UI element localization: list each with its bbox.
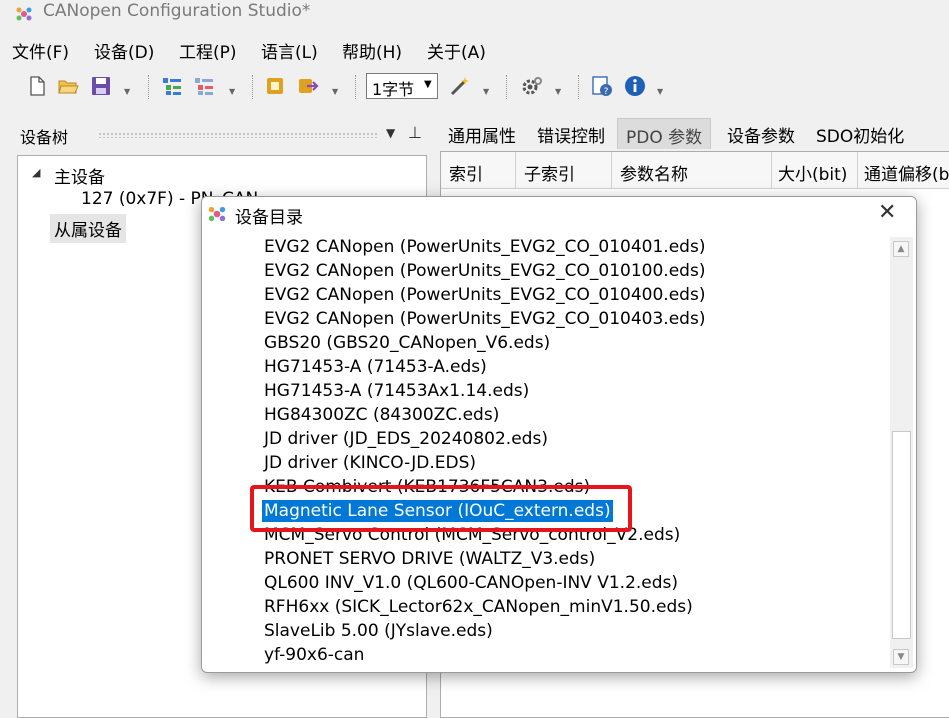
open-folder-icon[interactable]: [57, 75, 79, 97]
panel-drag-grip[interactable]: [98, 132, 378, 138]
scroll-down-arrow-icon[interactable]: ▼: [893, 649, 909, 665]
device-tree-header: 设备树 ▼ ⊥: [10, 118, 430, 152]
app-logo-icon: [16, 7, 32, 21]
device-list: EVG2 CANopen (PowerUnits_EVG2_CO_010401.…: [210, 233, 914, 670]
list-item[interactable]: HG71453-A (71453-A.eds): [264, 356, 487, 378]
import-icon[interactable]: [264, 75, 286, 97]
scrollbar-thumb[interactable]: [892, 431, 911, 639]
svg-text:?: ?: [604, 87, 609, 97]
close-icon[interactable]: ✕: [878, 200, 896, 225]
toolbar: ▼ ▼ ▼ 1字节 ▼ ▼ ▼ ? ▼: [0, 68, 949, 108]
dialog-title: 设备目录: [235, 208, 303, 228]
chevron-down-icon[interactable]: ▼: [386, 126, 395, 140]
menu-about[interactable]: 关于(A): [427, 38, 486, 63]
device-dropdown-arrow-icon[interactable]: ▼: [229, 87, 235, 96]
app-logo-icon: [208, 206, 226, 222]
column-header-param-name[interactable]: 参数名称: [612, 152, 772, 188]
export-icon[interactable]: [297, 75, 319, 97]
tab-general-properties[interactable]: 通用属性: [440, 118, 524, 149]
wand-dropdown-arrow-icon[interactable]: ▼: [483, 87, 489, 96]
tab-bar: 通用属性 错误控制 PDO 参数 设备参数 SDO初始化: [438, 118, 949, 151]
menu-device[interactable]: 设备(D): [94, 38, 154, 63]
save-icon[interactable]: [90, 75, 112, 97]
column-header-subindex[interactable]: 子索引: [516, 152, 612, 188]
collapse-triangle-icon[interactable]: ◢: [32, 166, 40, 179]
settings-dropdown-arrow-icon[interactable]: ▼: [555, 87, 561, 96]
grid-header: 索引 子索引 参数名称 大小(bit) 通道偏移(bit): [441, 152, 949, 189]
list-item[interactable]: yf-90x6-can: [264, 644, 364, 666]
list-item[interactable]: GBS20 (GBS20_CANopen_V6.eds): [264, 332, 550, 354]
list-item[interactable]: HG71453-A (71453Ax1.14.eds): [264, 380, 529, 402]
list-item[interactable]: HG84300ZC (84300ZC.eds): [264, 404, 499, 426]
scroll-up-arrow-icon[interactable]: ▲: [893, 241, 909, 257]
byte-size-select[interactable]: 1字节 ▼: [366, 73, 438, 99]
window-title: CANopen Configuration Studio*: [43, 1, 311, 21]
list-item[interactable]: RFH6xx (SICK_Lector62x_CANopen_minV1.50.…: [264, 596, 693, 618]
menu-file[interactable]: 文件(F): [12, 38, 69, 63]
column-header-channel-offset[interactable]: 通道偏移(bit): [858, 152, 949, 188]
menu-language[interactable]: 语言(L): [261, 38, 318, 63]
tree-node-master[interactable]: 主设备: [54, 163, 105, 188]
list-item[interactable]: PRONET SERVO DRIVE (WALTZ_V3.eds): [264, 548, 595, 570]
magic-wand-icon[interactable]: [449, 75, 471, 97]
tree-node-slave[interactable]: 从属设备: [50, 214, 126, 243]
menu-help[interactable]: 帮助(H): [342, 38, 402, 63]
tab-error-control[interactable]: 错误控制: [529, 118, 613, 149]
vertical-scrollbar[interactable]: ▲ ▼: [890, 237, 913, 668]
list-item[interactable]: QL600 INV_V1.0 (QL600-CANOpen-INV V1.2.e…: [264, 572, 678, 594]
column-header-size[interactable]: 大小(bit): [772, 152, 858, 188]
info-dropdown-arrow-icon[interactable]: ▼: [657, 87, 663, 96]
device-tree-title: 设备树: [20, 128, 69, 147]
chevron-down-icon: ▼: [424, 79, 432, 90]
pin-icon[interactable]: ⊥: [408, 123, 422, 142]
info-icon[interactable]: [624, 75, 646, 97]
project-dropdown-arrow-icon[interactable]: ▼: [332, 87, 338, 96]
toolbar-separator: [578, 75, 580, 99]
title-bar: CANopen Configuration Studio*: [0, 0, 949, 30]
list-item[interactable]: JD driver (JD_EDS_20240802.eds): [264, 428, 548, 450]
list-item[interactable]: EVG2 CANopen (PowerUnits_EVG2_CO_010400.…: [264, 284, 705, 306]
menu-project[interactable]: 工程(P): [179, 38, 237, 63]
toolbar-separator: [148, 75, 150, 99]
list-item[interactable]: JD driver (KINCO-JD.EDS): [264, 452, 476, 474]
list-item[interactable]: EVG2 CANopen (PowerUnits_EVG2_CO_010403.…: [264, 308, 705, 330]
tab-device-parameters[interactable]: 设备参数: [719, 118, 803, 149]
list-item[interactable]: EVG2 CANopen (PowerUnits_EVG2_CO_010401.…: [264, 236, 705, 258]
help-document-icon[interactable]: ?: [591, 75, 613, 97]
column-header-index[interactable]: 索引: [441, 152, 516, 188]
settings-gear-icon[interactable]: [521, 75, 543, 97]
dialog-title-bar: 设备目录 ✕: [202, 197, 916, 232]
device-catalog-dialog: 设备目录 ✕ EVG2 CANopen (PowerUnits_EVG2_CO_…: [201, 196, 917, 673]
menu-bar: 文件(F) 设备(D) 工程(P) 语言(L) 帮助(H) 关于(A): [0, 34, 949, 64]
save-dropdown-arrow-icon[interactable]: ▼: [124, 87, 130, 96]
new-file-icon[interactable]: [26, 75, 48, 97]
annotation-highlight-box: [250, 485, 632, 532]
toolbar-separator: [506, 75, 508, 99]
remove-device-icon[interactable]: [193, 75, 215, 97]
list-item[interactable]: SlaveLib 5.00 (JYslave.eds): [264, 620, 493, 642]
toolbar-separator: [252, 75, 254, 99]
tab-sdo-init[interactable]: SDO初始化: [808, 118, 912, 149]
tab-pdo-parameters[interactable]: PDO 参数: [617, 118, 712, 149]
list-item[interactable]: EVG2 CANopen (PowerUnits_EVG2_CO_010100.…: [264, 260, 705, 282]
add-device-icon[interactable]: [161, 75, 183, 97]
toolbar-separator: [355, 75, 357, 99]
byte-size-value: 1字节: [372, 80, 415, 99]
